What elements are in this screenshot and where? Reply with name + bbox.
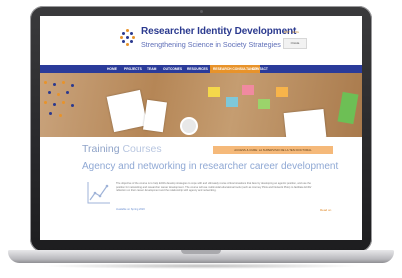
sticky-note-graphic xyxy=(226,97,238,107)
access-course-button[interactable]: ACCESS & CURE: LA SUPERVISIO DE LA TESI … xyxy=(213,146,333,154)
nav-resources[interactable]: RESOURCES xyxy=(187,65,208,73)
sticky-note-graphic xyxy=(242,85,254,95)
main-navigation: HOME PROJECTS TEAM OUTCOMES RESOURCES RE… xyxy=(40,65,362,73)
sticky-note-graphic xyxy=(208,87,220,97)
laptop-shadow xyxy=(40,263,362,269)
sticky-note-graphic xyxy=(258,99,270,109)
site-subtitle: Strengthening Science in Society Strateg… xyxy=(141,40,281,49)
paper-sheet-graphic xyxy=(106,89,148,133)
notebook-graphic xyxy=(337,91,359,125)
coffee-cup-graphic xyxy=(180,117,198,135)
page-title-accent: Courses xyxy=(122,143,162,155)
screen: Researcher Identity Development Strength… xyxy=(40,16,362,240)
hero-banner xyxy=(40,73,362,137)
site-title[interactable]: Researcher Identity Development xyxy=(141,26,296,37)
read-more-link[interactable]: Read on xyxy=(320,208,331,212)
page-title: Training Courses xyxy=(82,143,162,155)
course-description: The objective of the course is to help E… xyxy=(116,182,312,193)
nav-team[interactable]: TEAM xyxy=(147,65,156,73)
paper-sheet-graphic xyxy=(143,99,167,133)
sticky-note-graphic xyxy=(276,87,288,97)
nav-outcomes[interactable]: OUTCOMES xyxy=(163,65,182,73)
line-chart-icon xyxy=(87,182,110,204)
laptop-base xyxy=(8,250,394,263)
nav-projects[interactable]: PROJECTS xyxy=(124,65,142,73)
header-search-button[interactable]: Otsida xyxy=(283,38,307,49)
site-header: Researcher Identity Development Strength… xyxy=(40,16,362,65)
main-content: Training Courses ACCESS & CURE: LA SUPER… xyxy=(40,137,362,240)
nav-contact[interactable]: CONTACT xyxy=(252,65,268,73)
language-switch[interactable]: EST · ENG xyxy=(284,30,299,34)
webcam-icon xyxy=(200,10,203,13)
page-title-main: Training xyxy=(82,143,120,155)
nav-home[interactable]: HOME xyxy=(107,65,117,73)
hero-dots-graphic xyxy=(44,81,78,119)
course-availability-link[interactable]: Available on Spring 2020 xyxy=(116,208,145,211)
logo-dots-icon[interactable] xyxy=(120,29,136,46)
section-heading: Agency and networking in researcher care… xyxy=(82,161,339,172)
laptop-notch xyxy=(181,250,221,254)
paper-sheet-graphic xyxy=(283,108,327,137)
